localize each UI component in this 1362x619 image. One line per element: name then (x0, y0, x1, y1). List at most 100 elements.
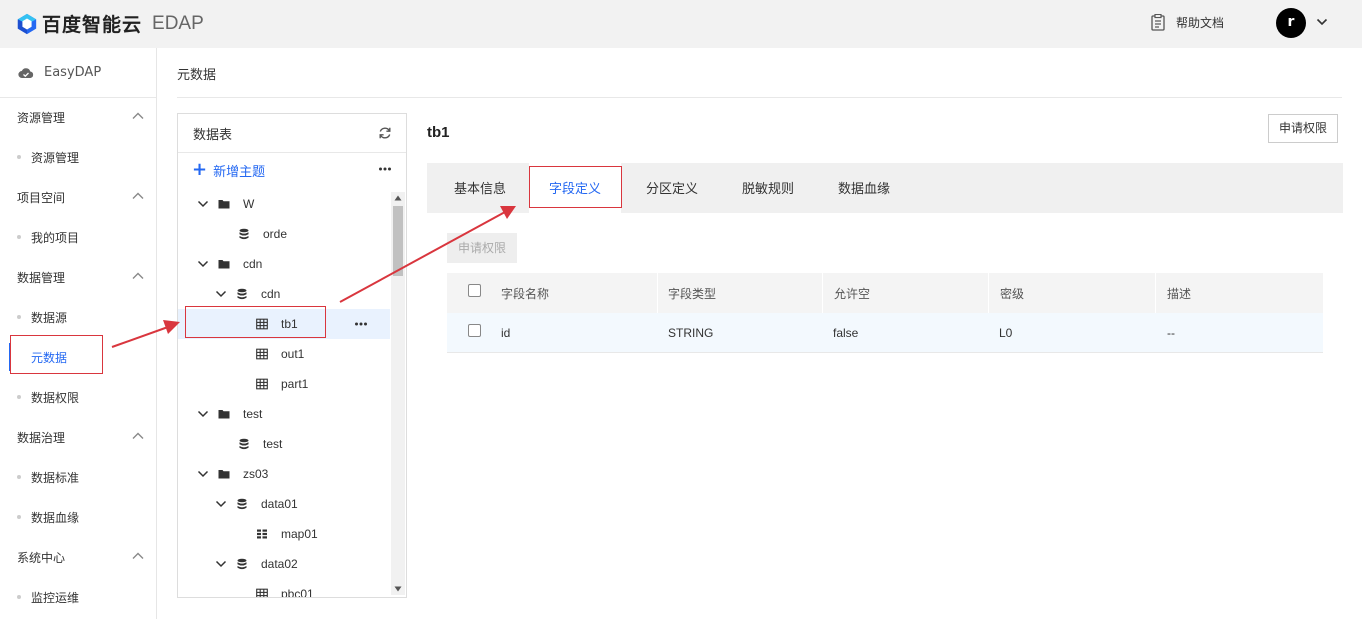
top-bar: 百度智能云 EDAP 帮助文档 r (0, 0, 1362, 48)
sidebar-app-title[interactable]: EasyDAP (0, 48, 156, 98)
bullet-dot (17, 155, 21, 159)
tree-node-folder[interactable]: zs03 (178, 459, 390, 489)
help-docs-link[interactable]: 帮助文档 (1150, 14, 1224, 31)
more-icon[interactable] (354, 317, 368, 331)
document-icon (1151, 14, 1165, 31)
table-tree-panel: 数据表 + 新增主题 W orde cdn cdn tb1 out1 part1… (177, 113, 407, 598)
sidebar-group-resource[interactable]: 资源管理 (0, 97, 156, 137)
product-name: EDAP (152, 12, 204, 34)
tree-node-folder[interactable]: test (178, 399, 390, 429)
tree-panel-title: 数据表 (193, 127, 233, 143)
column-divider (822, 273, 823, 313)
table-title: tb1 (427, 124, 450, 141)
chevron-down-icon[interactable] (214, 557, 228, 571)
sidebar-group-project[interactable]: 项目空间 (0, 177, 156, 217)
tab-basic-info[interactable]: 基本信息 (439, 163, 521, 213)
column-header: 字段类型 (668, 286, 717, 301)
sidebar-item-resource-management[interactable]: 资源管理 (0, 137, 156, 177)
refresh-icon[interactable] (378, 126, 392, 140)
sidebar-group-data-governance[interactable]: 数据治理 (0, 417, 156, 457)
bullet-dot (17, 395, 21, 399)
item-label: 数据源 (31, 310, 68, 325)
tree-node-folder[interactable]: W (178, 189, 390, 219)
tree-node-database[interactable]: test (178, 429, 390, 459)
table-icon (256, 588, 268, 597)
node-label: W (243, 197, 255, 211)
plus-icon: + (192, 159, 208, 180)
more-icon[interactable] (378, 162, 392, 176)
chevron-down-icon[interactable] (196, 257, 210, 271)
user-avatar[interactable]: r (1276, 8, 1306, 38)
row-checkbox[interactable] (468, 324, 481, 337)
sidebar-group-system-center[interactable]: 系统中心 (0, 537, 156, 577)
column-divider (657, 273, 658, 313)
item-label: 数据标准 (31, 470, 80, 485)
chevron-down-icon[interactable] (214, 287, 228, 301)
scroll-down-arrow-icon[interactable] (394, 586, 402, 592)
tree-node-folder[interactable]: cdn (178, 249, 390, 279)
select-all-checkbox[interactable] (468, 284, 481, 297)
security-level-cell: L0 (999, 326, 1013, 340)
chevron-down-icon[interactable] (196, 197, 210, 211)
tab-data-lineage[interactable]: 数据血缘 (821, 163, 907, 213)
tree-node-table[interactable]: pbc01 (178, 579, 390, 597)
sidebar: EasyDAP 资源管理 资源管理 项目空间 我的项目 数据管理 数据源 元数据… (0, 48, 157, 619)
scroll-up-arrow-icon[interactable] (394, 195, 402, 201)
tree-node-database[interactable]: data01 (178, 489, 390, 519)
tab-partition-definition[interactable]: 分区定义 (629, 163, 715, 213)
column-divider (1155, 273, 1156, 313)
sidebar-group-data-management[interactable]: 数据管理 (0, 257, 156, 297)
chevron-down-icon[interactable] (196, 407, 210, 421)
help-docs-label: 帮助文档 (1176, 16, 1225, 30)
tree-node-table[interactable]: out1 (178, 339, 390, 369)
table-header-row: 字段名称 字段类型 允许空 密级 描述 (447, 273, 1323, 313)
chevron-up-icon (132, 272, 144, 279)
tree-node-table[interactable]: part1 (178, 369, 390, 399)
node-label: map01 (281, 527, 318, 541)
column-divider (988, 273, 989, 313)
sidebar-item-data-source[interactable]: 数据源 (0, 297, 156, 337)
sidebar-item-monitoring[interactable]: 监控运维 (0, 577, 156, 617)
tree-node-map[interactable]: map01 (178, 519, 390, 549)
add-topic-label: 新增主题 (213, 164, 266, 180)
group-label: 项目空间 (17, 190, 66, 205)
field-table: 字段名称 字段类型 允许空 密级 描述 id STRING false L0 -… (447, 273, 1323, 353)
folder-icon (218, 470, 230, 479)
tree-scrollbar[interactable] (391, 192, 405, 595)
cloud-icon (18, 67, 34, 78)
brand-logo[interactable]: 百度智能云 EDAP (16, 10, 204, 37)
item-label: 数据血缘 (31, 510, 80, 525)
chevron-down-icon[interactable] (196, 467, 210, 481)
chevron-up-icon (132, 552, 144, 559)
annotation-box-tree-node (185, 306, 326, 338)
table-row[interactable]: id STRING false L0 -- (447, 313, 1323, 353)
database-icon (239, 228, 249, 240)
sidebar-item-data-lineage[interactable]: 数据血缘 (0, 497, 156, 537)
page-title: 元数据 (177, 68, 217, 83)
item-label: 监控运维 (31, 590, 80, 605)
request-permission-button[interactable]: 申请权限 (1268, 114, 1338, 143)
tree-node-database[interactable]: orde (178, 219, 390, 249)
database-icon (237, 498, 247, 510)
description-cell: -- (1167, 326, 1175, 340)
scrollbar-thumb[interactable] (393, 206, 403, 276)
sidebar-item-my-projects[interactable]: 我的项目 (0, 217, 156, 257)
sidebar-item-data-standard[interactable]: 数据标准 (0, 457, 156, 497)
tree-node-database[interactable]: data02 (178, 549, 390, 579)
tab-masking-rules[interactable]: 脱敏规则 (725, 163, 811, 213)
chevron-down-icon[interactable] (214, 497, 228, 511)
sidebar-item-data-permission[interactable]: 数据权限 (0, 377, 156, 417)
node-label: cdn (261, 287, 281, 301)
node-label: data01 (261, 497, 298, 511)
add-topic-button[interactable]: + 新增主题 (178, 154, 406, 186)
node-label: orde (263, 227, 288, 241)
group-label: 数据管理 (17, 270, 66, 285)
map-table-icon (257, 529, 267, 539)
bullet-dot (17, 235, 21, 239)
apply-permission-button[interactable]: 申请权限 (447, 233, 517, 263)
chevron-down-icon[interactable] (1316, 16, 1328, 28)
annotation-box-tab (529, 166, 622, 208)
node-label: test (243, 407, 263, 421)
tree-node-database[interactable]: cdn (178, 279, 390, 309)
chevron-up-icon (132, 112, 144, 119)
